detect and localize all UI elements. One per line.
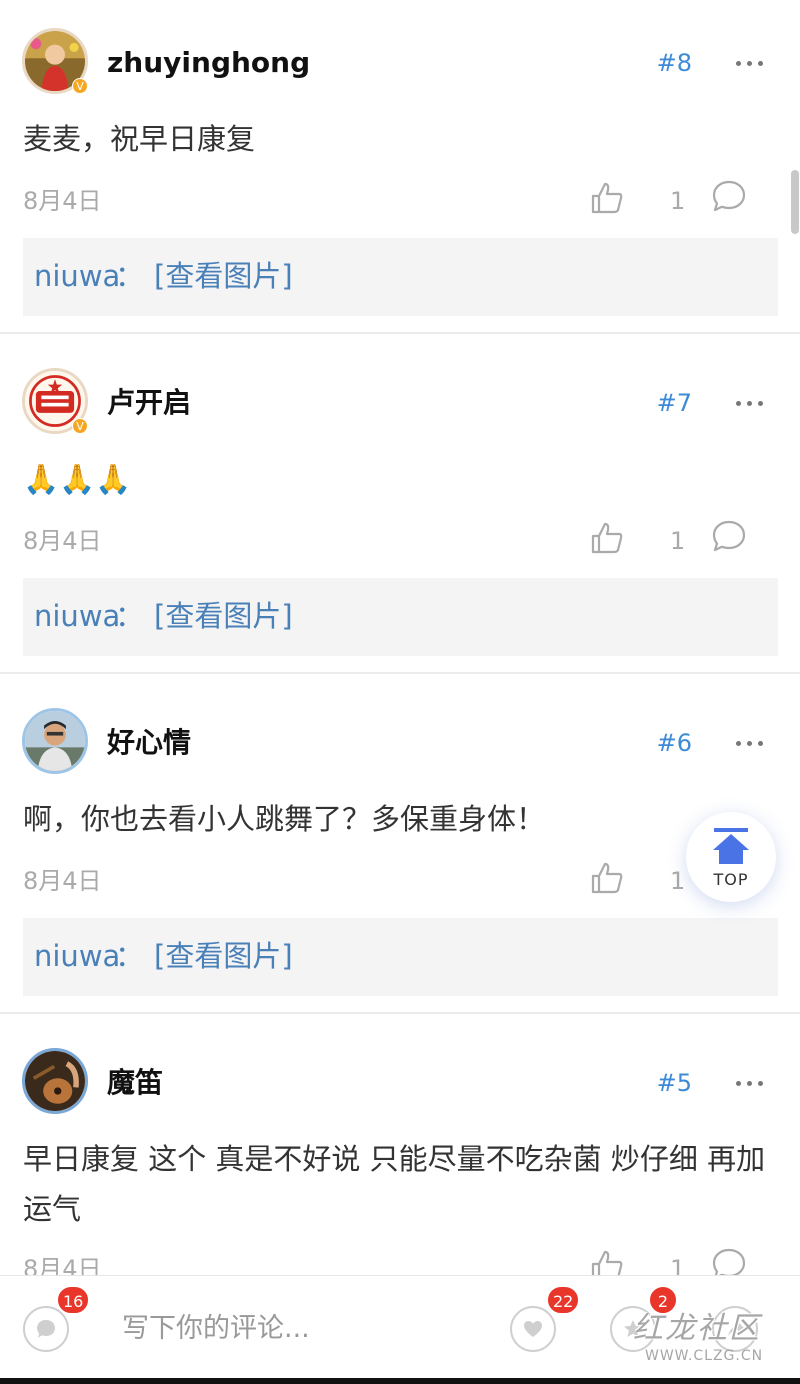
reply-preview[interactable]: niuwa ： [查看图片] — [23, 578, 778, 656]
reply-icon[interactable] — [711, 1246, 747, 1275]
like-count: 1 — [670, 527, 686, 555]
username[interactable]: 卢开启 — [107, 385, 191, 421]
view-image-link[interactable]: [查看图片] — [154, 598, 293, 634]
more-options-icon[interactable] — [734, 393, 766, 413]
back-to-top-label: TOP — [713, 870, 749, 889]
avatar[interactable] — [22, 708, 88, 774]
comment-item: V 卢开启 #7 🙏🙏🙏 8月4日 1 niuwa ： [查看图片] — [0, 334, 800, 674]
comment-input[interactable] — [122, 1309, 482, 1349]
like-button[interactable] — [510, 1306, 556, 1352]
back-to-top-button[interactable]: TOP — [686, 812, 776, 902]
like-count-badge: 22 — [546, 1285, 581, 1315]
more-options-icon[interactable] — [734, 53, 766, 73]
arrow-up-icon — [714, 828, 748, 832]
comment-date: 8月4日 — [23, 187, 102, 215]
like-icon[interactable] — [589, 520, 625, 556]
heart-icon — [524, 1321, 542, 1337]
floor-number: #5 — [656, 1069, 692, 1097]
reply-icon[interactable] — [711, 518, 747, 554]
comment-content: 早日康复 这个 真是不好说 只能尽量不吃杂菌 炒仔细 再加运气 — [23, 1142, 766, 1226]
comment-item: 好心情 #6 啊，你也去看小人跳舞了？多保重身体！ 8月4日 1 niuwa ：… — [0, 674, 800, 1014]
reply-icon[interactable] — [711, 178, 747, 214]
floor-number: #6 — [656, 729, 692, 757]
reply-separator: ： — [115, 599, 145, 633]
view-image-link[interactable]: [查看图片] — [154, 938, 293, 974]
site-watermark: 红龙社区 WWW.CLZG.CN — [633, 1303, 793, 1373]
comment-item: 魔笛 #5 早日康复 这个 真是不好说 只能尽量不吃杂菌 炒仔细 再加运气 8月… — [0, 1014, 800, 1275]
arrow-up-icon — [713, 834, 749, 850]
avatar[interactable] — [22, 1048, 88, 1114]
reply-separator: ： — [115, 939, 145, 973]
comment-bubble-icon — [37, 1320, 55, 1338]
like-count: 1 — [670, 187, 686, 215]
watermark-url: WWW.CLZG.CN — [645, 1348, 764, 1364]
like-icon[interactable] — [589, 1248, 625, 1275]
comment-date: 8月4日 — [23, 527, 102, 555]
reply-separator: ： — [115, 259, 145, 293]
username[interactable]: 魔笛 — [107, 1065, 163, 1101]
scrollbar-thumb[interactable] — [791, 170, 799, 234]
comment-content: 麦麦，祝早日康复 — [23, 122, 256, 156]
reply-username[interactable]: niuwa — [34, 938, 120, 974]
comment-date: 8月4日 — [23, 867, 102, 895]
floor-number: #7 — [656, 389, 692, 417]
arrow-up-icon — [719, 850, 743, 864]
reply-username[interactable]: niuwa — [34, 258, 120, 294]
reply-preview[interactable]: niuwa ： [查看图片] — [23, 918, 778, 996]
username[interactable]: zhuyinghong — [107, 45, 310, 81]
verified-badge-icon: V — [72, 418, 88, 434]
like-icon[interactable] — [589, 860, 625, 896]
comment-feed[interactable]: V zhuyinghong #8 麦麦，祝早日康复 8月4日 1 niuwa ：… — [0, 0, 800, 1275]
view-image-link[interactable]: [查看图片] — [154, 258, 293, 294]
username[interactable]: 好心情 — [107, 725, 191, 761]
like-count: 1 — [670, 867, 686, 895]
like-icon[interactable] — [589, 180, 625, 216]
screen-bottom-edge — [0, 1378, 800, 1384]
floor-number: #8 — [656, 49, 692, 77]
more-options-icon[interactable] — [734, 733, 766, 753]
reply-preview[interactable]: niuwa ： [查看图片] — [23, 238, 778, 316]
verified-badge-icon: V — [72, 78, 88, 94]
comment-content: 🙏🙏🙏 — [23, 462, 132, 496]
more-options-icon[interactable] — [734, 1073, 766, 1093]
watermark-text: 红龙社区 — [633, 1311, 761, 1346]
comments-button[interactable] — [23, 1306, 69, 1352]
reply-username[interactable]: niuwa — [34, 598, 120, 634]
comment-item: V zhuyinghong #8 麦麦，祝早日康复 8月4日 1 niuwa ：… — [0, 0, 800, 334]
like-count: 1 — [670, 1255, 686, 1275]
comment-content: 啊，你也去看小人跳舞了？多保重身体！ — [23, 802, 546, 836]
comment-date: 8月4日 — [23, 1255, 102, 1275]
comment-count-badge: 16 — [56, 1285, 91, 1315]
